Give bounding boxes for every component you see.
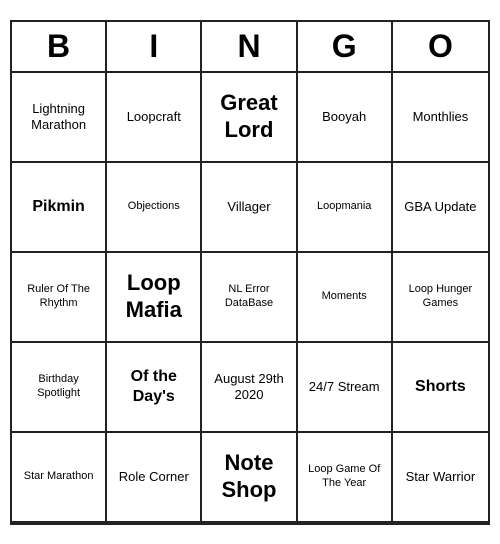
bingo-cell: 24/7 Stream <box>298 343 393 433</box>
bingo-letter: G <box>298 22 393 71</box>
cell-text: Loopmania <box>302 200 387 213</box>
cell-text: Of the Day's <box>111 367 196 405</box>
cell-text: 24/7 Stream <box>302 379 387 395</box>
bingo-letter: I <box>107 22 202 71</box>
cell-text: Loop Hunger Games <box>397 283 484 309</box>
bingo-cell: Loopcraft <box>107 73 202 163</box>
bingo-cell: Birthday Spotlight <box>12 343 107 433</box>
cell-text: Monthlies <box>397 109 484 125</box>
cell-text: NL Error DataBase <box>206 283 291 309</box>
bingo-cell: Loop Mafia <box>107 253 202 343</box>
bingo-cell: GBA Update <box>393 163 488 253</box>
bingo-cell: Villager <box>202 163 297 253</box>
bingo-cell: Of the Day's <box>107 343 202 433</box>
cell-text: Birthday Spotlight <box>16 373 101 399</box>
bingo-cell: Note Shop <box>202 433 297 523</box>
cell-text: Objections <box>111 200 196 213</box>
bingo-cell: Loop Hunger Games <box>393 253 488 343</box>
cell-text: Loop Game Of The Year <box>302 463 387 489</box>
bingo-card: BINGO Lightning Marathon Loopcraft Great L… <box>10 20 490 525</box>
cell-text: GBA Update <box>397 199 484 215</box>
bingo-cell: Loop Game Of The Year <box>298 433 393 523</box>
bingo-letter: O <box>393 22 488 71</box>
cell-text: Booyah <box>302 109 387 125</box>
bingo-cell: Objections <box>107 163 202 253</box>
bingo-cell: Role Corner <box>107 433 202 523</box>
cell-text: Villager <box>206 199 291 215</box>
cell-text: Shorts <box>397 377 484 396</box>
bingo-cell: Ruler Of The Rhythm <box>12 253 107 343</box>
cell-text: Pikmin <box>16 197 101 216</box>
cell-text: Star Warrior <box>397 469 484 485</box>
bingo-letter: N <box>202 22 297 71</box>
bingo-cell: Lightning Marathon <box>12 73 107 163</box>
bingo-cell: Pikmin <box>12 163 107 253</box>
bingo-letter: B <box>12 22 107 71</box>
bingo-cell: Loopmania <box>298 163 393 253</box>
bingo-cell: Moments <box>298 253 393 343</box>
bingo-cell: Great Lord <box>202 73 297 163</box>
bingo-cell: Star Marathon <box>12 433 107 523</box>
bingo-cell: Monthlies <box>393 73 488 163</box>
cell-text: Note Shop <box>206 450 291 503</box>
cell-text: August 29th 2020 <box>206 371 291 402</box>
cell-text: Loopcraft <box>111 109 196 125</box>
bingo-cell: August 29th 2020 <box>202 343 297 433</box>
bingo-cell: Shorts <box>393 343 488 433</box>
bingo-header: BINGO <box>12 22 488 73</box>
cell-text: Role Corner <box>111 469 196 485</box>
cell-text: Moments <box>302 290 387 303</box>
bingo-cell: NL Error DataBase <box>202 253 297 343</box>
bingo-cell: Booyah <box>298 73 393 163</box>
bingo-cell: Star Warrior <box>393 433 488 523</box>
cell-text: Loop Mafia <box>111 270 196 323</box>
cell-text: Great Lord <box>206 90 291 143</box>
cell-text: Lightning Marathon <box>16 101 101 132</box>
bingo-grid: Lightning Marathon Loopcraft Great Lord Boo… <box>12 73 488 523</box>
cell-text: Ruler Of The Rhythm <box>16 283 101 309</box>
cell-text: Star Marathon <box>16 470 101 483</box>
